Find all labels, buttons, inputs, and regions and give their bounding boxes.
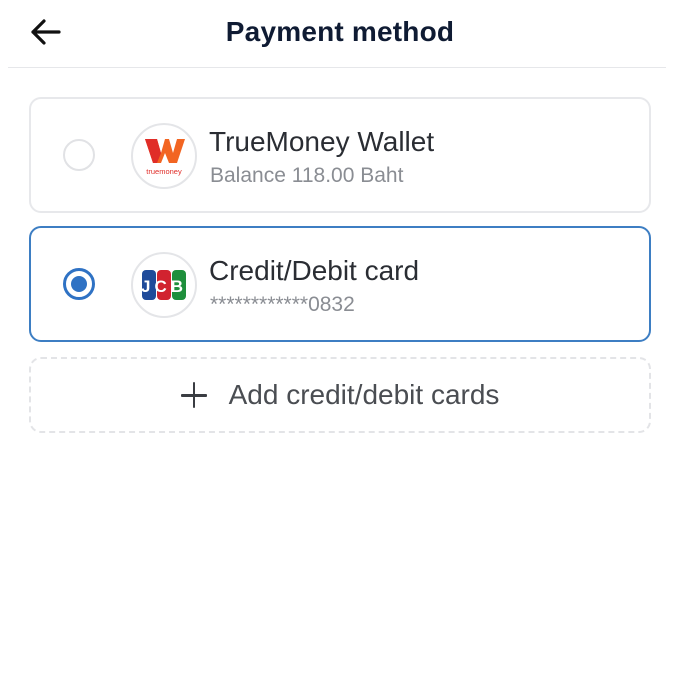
jcb-logo-icon: JCB	[131, 252, 197, 318]
add-card-button[interactable]: Add credit/debit cards	[29, 357, 651, 433]
payment-option-truemoney[interactable]: truemoney TrueMoney Wallet Balance 118.0…	[29, 97, 651, 213]
option-subtitle: Balance 118.00 Baht	[210, 164, 404, 187]
option-title: Credit/Debit card	[209, 255, 420, 286]
plus-icon	[180, 382, 207, 408]
jcb-logo-text: JCB	[141, 277, 187, 296]
radio-credit-card[interactable]	[63, 268, 95, 300]
payment-option-credit-card[interactable]: JCB Credit/Debit card ************0832	[29, 226, 651, 342]
add-card-label: Add credit/debit cards	[228, 379, 500, 410]
radio-truemoney[interactable]	[63, 139, 95, 171]
option-title: TrueMoney Wallet	[209, 126, 435, 157]
truemoney-logo-icon: truemoney	[131, 123, 197, 189]
truemoney-logo-text: truemoney	[146, 167, 182, 176]
page-title: Payment method	[225, 16, 455, 47]
header-divider	[8, 67, 666, 68]
masked-card-number: ************0832	[210, 293, 355, 316]
app-header: Payment method	[0, 0, 680, 68]
